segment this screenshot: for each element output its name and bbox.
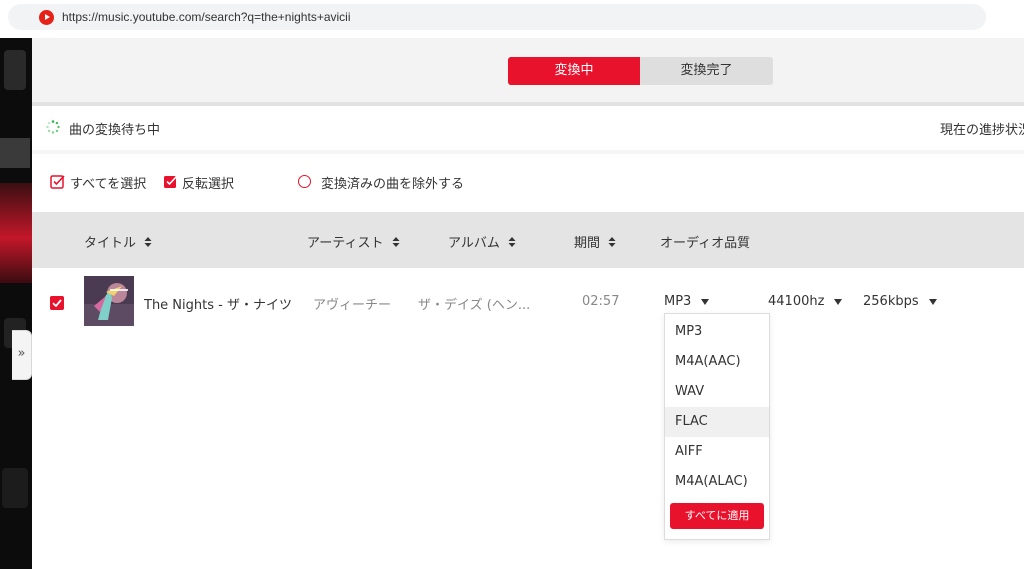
track-artist: アヴィーチー: [313, 298, 392, 313]
column-header-audio-quality: オーディオ品質: [660, 236, 751, 251]
track-album: ザ・デイズ (ヘン...: [418, 298, 531, 313]
background-thumb: [4, 50, 26, 90]
column-header-label: アーティスト: [307, 236, 384, 251]
format-option-m4a-alac[interactable]: M4A(ALAC): [665, 467, 769, 497]
youtube-music-icon: [39, 10, 54, 25]
top-panel: 変換中 変換完了: [32, 38, 1024, 102]
tab-switcher: 変換中 変換完了: [508, 57, 773, 85]
invert-selection-label[interactable]: 反転選択: [182, 173, 234, 192]
track-title: The Nights - ザ・ナイツ: [144, 298, 292, 313]
caret-down-icon: [834, 298, 843, 305]
url-text: https://music.youtube.com/search?q=the+n…: [62, 10, 351, 24]
row-checkbox[interactable]: [50, 296, 64, 310]
background-thumb: [0, 138, 30, 168]
status-text: 曲の変換待ち中: [69, 123, 161, 138]
options-row: すべてを選択 反転選択 変換済みの曲を除外する: [32, 154, 1024, 212]
tab-completed[interactable]: 変換完了: [640, 57, 773, 85]
tab-converting[interactable]: 変換中: [508, 57, 640, 85]
format-dropdown[interactable]: MP3: [664, 294, 710, 309]
url-field[interactable]: https://music.youtube.com/search?q=the+n…: [8, 4, 986, 30]
column-header-album[interactable]: アルバム: [448, 232, 516, 251]
background-sidebar: [0, 38, 32, 569]
caret-down-icon: [701, 298, 710, 305]
exclude-converted-label[interactable]: 変換済みの曲を除外する: [321, 173, 464, 192]
bitrate-dropdown[interactable]: 256kbps: [863, 294, 937, 309]
expand-panel-button[interactable]: »: [12, 330, 32, 380]
table-header: タイトル アーティスト アルバム 期間 オーディオ品質: [32, 212, 1024, 268]
select-all-label[interactable]: すべてを選択: [70, 173, 146, 192]
invert-selection-checkbox-icon[interactable]: [163, 173, 179, 189]
table-row[interactable]: The Nights - ザ・ナイツ アヴィーチー ザ・デイズ (ヘン... 0…: [32, 270, 1024, 334]
progress-text: 現在の進捗状況: [940, 123, 1024, 138]
select-all-checkbox-icon[interactable]: [50, 173, 66, 189]
sort-updown-icon: [608, 237, 616, 247]
format-option-m4a-aac[interactable]: M4A(AAC): [665, 347, 769, 377]
apply-to-all-button[interactable]: すべてに適用: [670, 503, 764, 529]
loading-spinner-icon: [46, 120, 60, 134]
format-option-aiff[interactable]: AIFF: [665, 437, 769, 467]
caret-down-icon: [928, 298, 937, 305]
column-header-title[interactable]: タイトル: [84, 232, 152, 251]
sample-rate-value: 44100hz: [768, 294, 825, 309]
format-option-flac[interactable]: FLAC: [665, 407, 769, 437]
sample-rate-dropdown[interactable]: 44100hz: [768, 294, 843, 309]
background-thumb: [2, 468, 28, 508]
sort-updown-icon: [508, 237, 516, 247]
album-art-image: [84, 276, 134, 326]
sort-updown-icon: [144, 237, 152, 247]
format-dropdown-menu: MP3 M4A(AAC) WAV FLAC AIFF M4A(ALAC) すべて…: [664, 313, 770, 540]
column-header-duration[interactable]: 期間: [574, 232, 616, 251]
bitrate-value: 256kbps: [863, 294, 919, 309]
format-value: MP3: [664, 294, 692, 309]
track-duration: 02:57: [582, 294, 620, 309]
status-row: 曲の変換待ち中 現在の進捗状況: [32, 106, 1024, 150]
column-header-artist[interactable]: アーティスト: [307, 232, 400, 251]
column-header-label: 期間: [574, 236, 601, 251]
double-chevron-right-icon: »: [17, 346, 26, 361]
format-option-mp3[interactable]: MP3: [665, 317, 769, 347]
album-cover: [84, 276, 134, 326]
column-header-label: アルバム: [448, 236, 500, 251]
browser-url-bar: https://music.youtube.com/search?q=the+n…: [0, 0, 1024, 38]
sort-updown-icon: [392, 237, 400, 247]
format-option-wav[interactable]: WAV: [665, 377, 769, 407]
background-thumb: [0, 183, 32, 283]
exclude-converted-radio[interactable]: [298, 175, 311, 188]
column-header-label: タイトル: [84, 236, 137, 251]
